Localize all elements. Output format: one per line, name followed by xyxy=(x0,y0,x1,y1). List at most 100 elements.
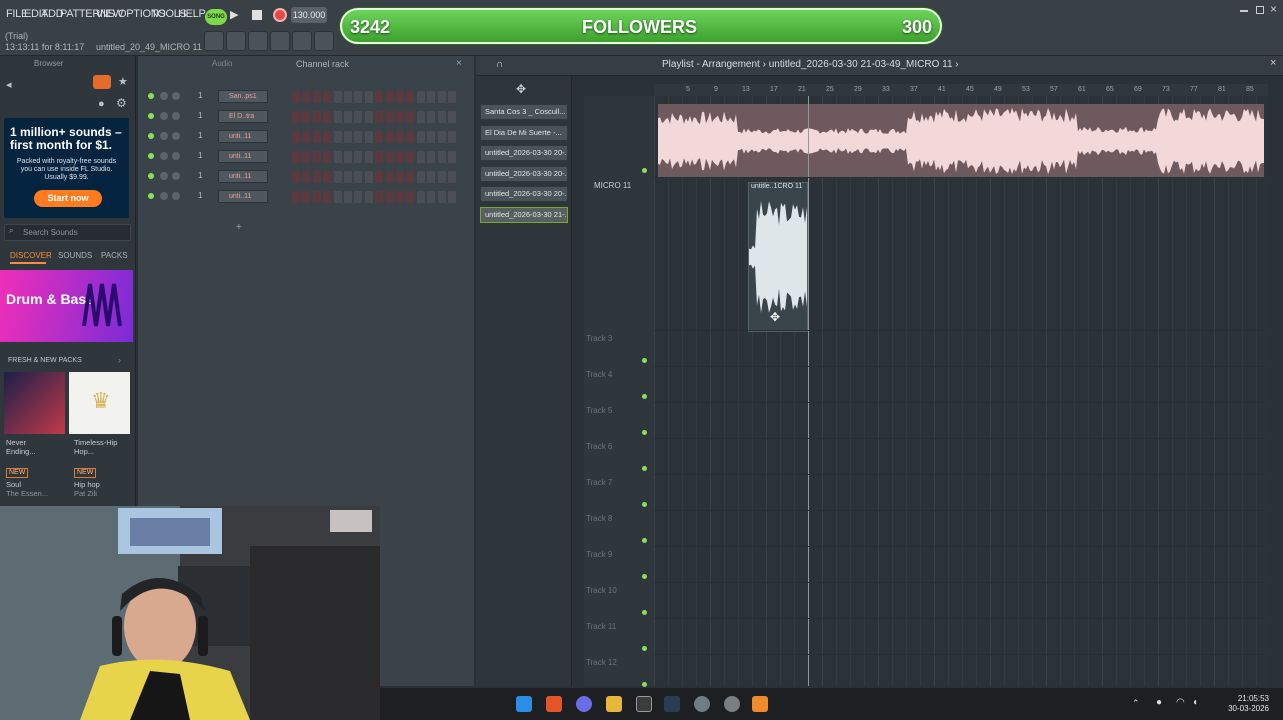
step-button[interactable] xyxy=(354,91,363,103)
channel-name-button[interactable]: El D..tra xyxy=(218,110,268,123)
step-button[interactable] xyxy=(312,131,321,143)
track-name[interactable]: Track 5 xyxy=(586,406,612,415)
step-button[interactable] xyxy=(323,171,332,183)
step-button[interactable] xyxy=(406,111,415,123)
step-sequencer[interactable] xyxy=(292,151,458,163)
step-button[interactable] xyxy=(292,151,300,163)
track-name[interactable]: Track 9 xyxy=(586,550,612,559)
step-button[interactable] xyxy=(344,91,352,103)
pack-cover-2[interactable]: ♛ xyxy=(69,372,130,434)
step-button[interactable] xyxy=(344,151,352,163)
track-led-icon[interactable] xyxy=(642,502,647,507)
back-arrow-icon[interactable]: ◂ xyxy=(6,78,12,91)
step-button[interactable] xyxy=(302,91,311,103)
track-name[interactable]: Track 4 xyxy=(586,370,612,379)
step-button[interactable] xyxy=(396,131,404,143)
step-button[interactable] xyxy=(396,191,404,203)
pattern-item[interactable]: untitled_2026-03-30 20-... xyxy=(480,186,568,203)
menu-help[interactable]: HELP xyxy=(178,8,206,20)
channel-led-icon[interactable] xyxy=(148,113,154,119)
step-button[interactable] xyxy=(385,191,394,203)
start-now-button[interactable]: Start now xyxy=(34,190,102,207)
step-button[interactable] xyxy=(292,111,300,123)
step-sequencer[interactable] xyxy=(292,131,458,143)
step-button[interactable] xyxy=(323,191,332,203)
step-button[interactable] xyxy=(416,111,425,123)
track-led-icon[interactable] xyxy=(642,430,647,435)
track-led-icon[interactable] xyxy=(642,358,647,363)
step-button[interactable] xyxy=(406,191,415,203)
step-button[interactable] xyxy=(344,191,352,203)
track-name[interactable]: Track 7 xyxy=(586,478,612,487)
arrow-icon[interactable] xyxy=(314,31,334,51)
step-button[interactable] xyxy=(406,131,415,143)
piano-roll-icon[interactable] xyxy=(248,31,268,51)
pan-knob-icon[interactable] xyxy=(160,132,168,140)
step-button[interactable] xyxy=(375,191,384,203)
settings-icon[interactable] xyxy=(694,696,710,712)
pattern-item[interactable]: untitled_2026-03-30 20-... xyxy=(480,165,568,182)
step-button[interactable] xyxy=(427,131,436,143)
step-button[interactable] xyxy=(302,191,311,203)
step-button[interactable] xyxy=(302,171,311,183)
track-led-icon[interactable] xyxy=(642,646,647,651)
mixer-icon[interactable] xyxy=(270,31,290,51)
step-button[interactable] xyxy=(333,131,342,143)
step-button[interactable] xyxy=(416,151,425,163)
step-button[interactable] xyxy=(448,111,456,123)
track-led-icon[interactable] xyxy=(642,574,647,579)
maximize-icon[interactable] xyxy=(1256,6,1264,14)
chevron-up-icon[interactable]: ⌃ xyxy=(1132,698,1140,709)
add-channel-button[interactable]: + xyxy=(236,222,242,233)
star-icon[interactable]: ★ xyxy=(118,75,128,88)
step-button[interactable] xyxy=(344,111,352,123)
step-button[interactable] xyxy=(448,131,456,143)
channel-led-icon[interactable] xyxy=(148,133,154,139)
volume-knob-icon[interactable] xyxy=(172,152,180,160)
gear-icon[interactable]: ⚙ xyxy=(116,96,127,110)
track-led-icon[interactable] xyxy=(642,466,647,471)
step-button[interactable] xyxy=(344,131,352,143)
move-icon[interactable]: ✥ xyxy=(516,82,526,96)
step-button[interactable] xyxy=(396,91,404,103)
channel-led-icon[interactable] xyxy=(148,93,154,99)
step-button[interactable] xyxy=(427,91,436,103)
channel-row[interactable]: 1 unti..11 xyxy=(146,150,468,164)
step-button[interactable] xyxy=(437,151,446,163)
step-button[interactable] xyxy=(312,171,321,183)
volume-icon[interactable]: ◖ xyxy=(1192,697,1198,708)
channel-name-button[interactable]: unti..11 xyxy=(218,150,268,163)
step-button[interactable] xyxy=(354,151,363,163)
step-button[interactable] xyxy=(396,171,404,183)
step-button[interactable] xyxy=(375,171,384,183)
step-button[interactable] xyxy=(427,111,436,123)
folder-icon[interactable] xyxy=(606,696,622,712)
step-button[interactable] xyxy=(364,91,373,103)
step-button[interactable] xyxy=(302,111,311,123)
track-led-icon[interactable] xyxy=(642,394,647,399)
pack-name-1[interactable]: Never Ending... xyxy=(6,438,56,456)
pan-knob-icon[interactable] xyxy=(160,172,168,180)
tab-discover[interactable]: DISCOVER xyxy=(10,251,52,260)
step-button[interactable] xyxy=(292,191,300,203)
step-button[interactable] xyxy=(437,171,446,183)
pan-knob-icon[interactable] xyxy=(160,112,168,120)
close-icon[interactable]: × xyxy=(1270,57,1276,69)
user-icon[interactable]: ● xyxy=(98,98,105,110)
pattern-item[interactable]: Santa Cos 3 _ Coscull... xyxy=(480,104,568,120)
channel-led-icon[interactable] xyxy=(148,173,154,179)
channel-row[interactable]: 1 unti..11 xyxy=(146,190,468,204)
step-button[interactable] xyxy=(333,111,342,123)
step-button[interactable] xyxy=(292,91,300,103)
step-sequencer[interactable] xyxy=(292,191,458,203)
windows-start-icon[interactable] xyxy=(516,696,532,712)
play-icon[interactable]: ▶ xyxy=(230,8,246,24)
step-button[interactable] xyxy=(406,151,415,163)
playlist-grid[interactable]: untitle..1CRO 11 ✥ xyxy=(654,96,1268,686)
close-icon[interactable]: × xyxy=(1270,2,1277,16)
step-button[interactable] xyxy=(323,131,332,143)
step-button[interactable] xyxy=(323,91,332,103)
step-button[interactable] xyxy=(437,191,446,203)
app-icon[interactable] xyxy=(636,696,652,712)
system-clock[interactable]: 21:05:53 30-03-2026 xyxy=(1228,694,1269,714)
